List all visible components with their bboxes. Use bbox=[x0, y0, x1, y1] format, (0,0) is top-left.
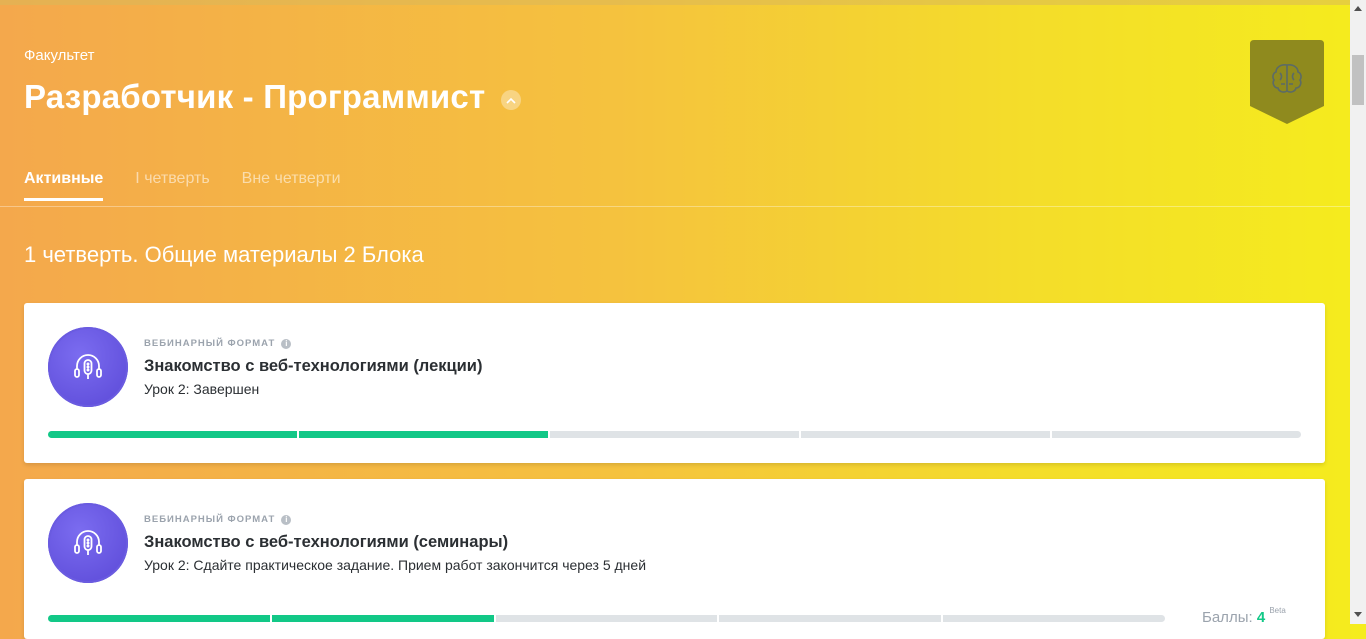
course-card[interactable]: ВЕБИНАРНЫЙ ФОРМАТ i Знакомство с веб-тех… bbox=[24, 303, 1325, 463]
tabs-divider bbox=[0, 206, 1350, 207]
tab-bar: Активные I четверть Вне четверти bbox=[24, 170, 341, 201]
course-title[interactable]: Знакомство с веб-технологиями (лекции) bbox=[144, 357, 482, 376]
scroll-down-button[interactable] bbox=[1350, 606, 1366, 622]
course-avatar bbox=[48, 327, 128, 407]
points-value: 4 bbox=[1256, 609, 1266, 626]
format-label: ВЕБИНАРНЫЙ ФОРМАТ bbox=[144, 514, 276, 525]
course-avatar bbox=[48, 503, 128, 583]
format-row: ВЕБИНАРНЫЙ ФОРМАТ i bbox=[144, 514, 292, 525]
scrollbar-thumb[interactable] bbox=[1352, 55, 1364, 105]
microphone-headphones-icon bbox=[74, 354, 102, 379]
info-icon[interactable]: i bbox=[281, 514, 292, 525]
microphone-headphones-icon bbox=[74, 530, 102, 555]
tab-outside-quarter[interactable]: Вне четверти bbox=[242, 170, 341, 201]
course-card[interactable]: ВЕБИНАРНЫЙ ФОРМАТ i Знакомство с веб-тех… bbox=[24, 479, 1325, 639]
chevron-up-icon bbox=[506, 97, 516, 104]
course-progress bbox=[48, 615, 1165, 622]
points-label: Баллы: bbox=[1202, 609, 1253, 626]
progress-segment bbox=[1052, 431, 1301, 438]
progress-segment bbox=[48, 431, 297, 438]
scroll-up-button[interactable] bbox=[1350, 0, 1366, 16]
progress-segment bbox=[719, 615, 942, 622]
title-row: Разработчик - Программист bbox=[24, 78, 522, 116]
section-title: 1 четверть. Общие материалы 2 Блока bbox=[24, 242, 424, 267]
points-display: Баллы: 4 Beta bbox=[1202, 606, 1286, 626]
course-title[interactable]: Знакомство с веб-технологиями (семинары) bbox=[144, 533, 508, 552]
collapse-button[interactable] bbox=[501, 90, 522, 110]
progress-segment bbox=[271, 615, 494, 622]
course-progress bbox=[48, 431, 1301, 438]
progress-segment bbox=[550, 431, 799, 438]
progress-segment bbox=[299, 431, 548, 438]
progress-segment bbox=[48, 615, 270, 622]
format-label: ВЕБИНАРНЫЙ ФОРМАТ bbox=[144, 338, 276, 349]
info-icon[interactable]: i bbox=[281, 338, 292, 349]
faculty-badge bbox=[1250, 40, 1324, 124]
tab-first-quarter[interactable]: I четверть bbox=[135, 170, 209, 201]
tab-active[interactable]: Активные bbox=[24, 170, 104, 201]
scroll-up-icon bbox=[1354, 5, 1362, 11]
course-status: Урок 2: Сдайте практическое задание. При… bbox=[144, 557, 647, 573]
progress-segment bbox=[943, 615, 1165, 622]
beta-badge: Beta bbox=[1269, 606, 1286, 615]
scroll-down-icon bbox=[1354, 611, 1362, 617]
faculty-label: Факультет bbox=[24, 47, 95, 64]
top-border bbox=[0, 0, 1350, 5]
course-status: Урок 2: Завершен bbox=[144, 381, 260, 397]
progress-segment bbox=[495, 615, 718, 622]
progress-segment bbox=[801, 431, 1050, 438]
page-title: Разработчик - Программист bbox=[24, 78, 486, 115]
format-row: ВЕБИНАРНЫЙ ФОРМАТ i bbox=[144, 338, 292, 349]
